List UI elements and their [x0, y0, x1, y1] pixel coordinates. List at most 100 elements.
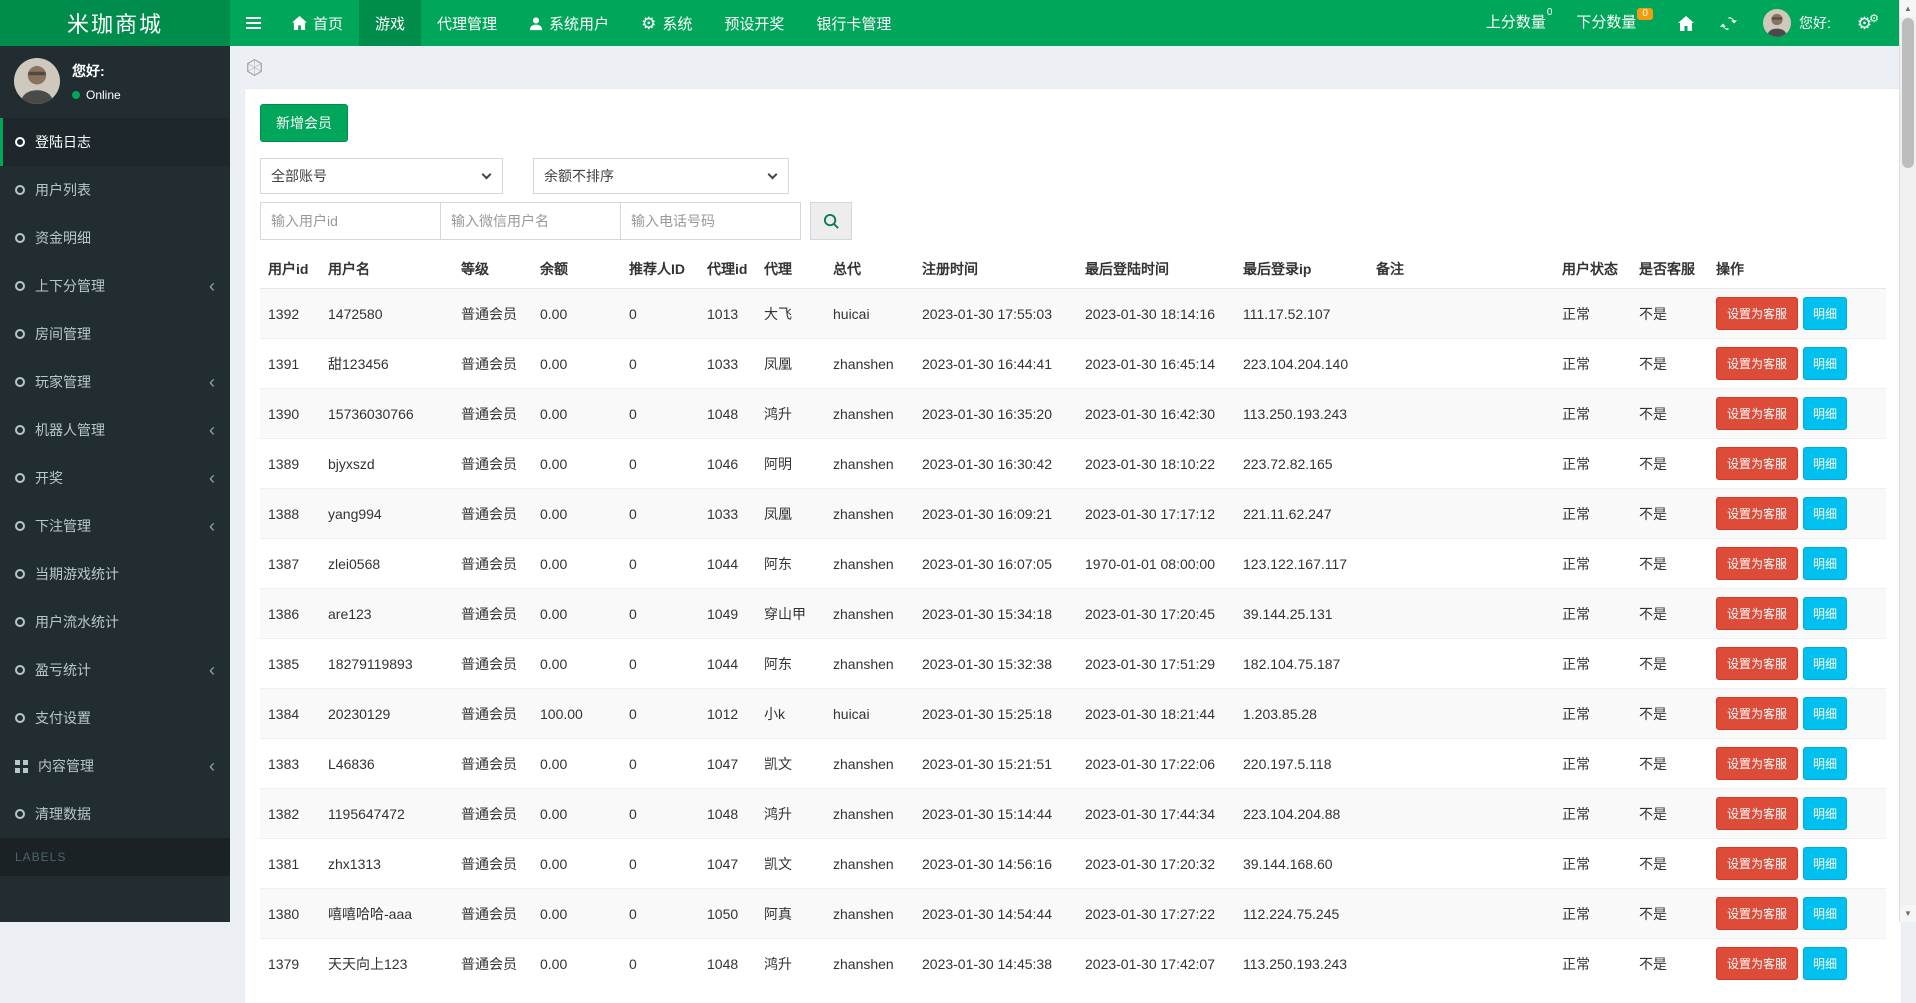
set-service-button[interactable]: 设置为客服 — [1716, 297, 1799, 330]
table-cell: 2023-01-30 17:20:32 — [1077, 838, 1235, 889]
refresh-button[interactable] — [1707, 0, 1750, 46]
detail-button[interactable]: 明细 — [1803, 297, 1848, 330]
user-menu-button[interactable]: 您好: — [1750, 0, 1844, 46]
detail-button[interactable]: 明细 — [1803, 547, 1848, 580]
table-cell: 2023-01-30 18:21:44 — [1077, 688, 1235, 739]
table-cell: 2023-01-30 17:27:22 — [1077, 888, 1235, 939]
detail-button[interactable]: 明细 — [1803, 947, 1848, 980]
table-cell: 2023-01-30 15:14:44 — [914, 788, 1077, 839]
table-cell: 正常 — [1554, 338, 1631, 389]
chevron-left-icon: ‹ — [209, 756, 215, 776]
user-id-input[interactable] — [260, 202, 441, 240]
detail-button[interactable]: 明细 — [1803, 697, 1848, 730]
actions-cell: 设置为客服 明细 — [1708, 588, 1886, 639]
table-cell: 113.250.193.243 — [1235, 938, 1368, 988]
nav-item-6[interactable]: 银行卡管理 — [800, 0, 907, 46]
set-service-button[interactable]: 设置为客服 — [1716, 547, 1799, 580]
table-cell — [1368, 838, 1554, 889]
set-service-button[interactable]: 设置为客服 — [1716, 747, 1799, 780]
set-service-button[interactable]: 设置为客服 — [1716, 847, 1799, 880]
nav-item-2[interactable]: 代理管理 — [421, 0, 513, 46]
table-cell: 天天向上123 — [320, 938, 453, 988]
table-cell: 正常 — [1554, 438, 1631, 489]
detail-button[interactable]: 明细 — [1803, 847, 1848, 880]
set-service-button[interactable]: 设置为客服 — [1716, 597, 1799, 630]
column-header-7: 总代 — [825, 250, 914, 289]
actions-cell: 设置为客服 明细 — [1708, 388, 1886, 439]
detail-button[interactable]: 明细 — [1803, 797, 1848, 830]
nav-item-3[interactable]: 系统用户 — [513, 0, 625, 46]
labels-section-header: LABELS — [0, 838, 230, 876]
scroll-up-arrow-icon[interactable]: ▲ — [1900, 0, 1916, 17]
sidebar-item-13[interactable]: 内容管理 ‹ — [0, 742, 230, 790]
set-service-button[interactable]: 设置为客服 — [1716, 647, 1799, 680]
scroll-down-arrow-icon[interactable]: ▼ — [1900, 905, 1916, 922]
sidebar-avatar[interactable] — [14, 58, 60, 104]
content-area: 新增会员 全部账号 余额不排序 输入用户id 输入微信用户名 输入电话号码 用户… — [230, 46, 1916, 1003]
set-service-button[interactable]: 设置为客服 — [1716, 397, 1799, 430]
detail-button[interactable]: 明细 — [1803, 647, 1848, 680]
table-cell: 0 — [621, 538, 699, 589]
app-logo[interactable]: 米珈商城 — [0, 0, 230, 46]
table-cell: 1033 — [699, 338, 756, 389]
nav-item-label: 游戏 — [375, 15, 406, 33]
detail-button[interactable]: 明细 — [1803, 497, 1848, 530]
nav-item-1[interactable]: 游戏 — [359, 0, 422, 46]
table-cell: 0.00 — [532, 538, 621, 589]
sidebar-item-3[interactable]: 上下分管理 ‹ — [0, 262, 230, 310]
table-cell: 1046 — [699, 438, 756, 489]
sidebar-item-5[interactable]: 玩家管理 ‹ — [0, 358, 230, 406]
sidebar-item-8[interactable]: 下注管理 ‹ — [0, 502, 230, 550]
up-score-button[interactable]: 上分数量 0 — [1474, 0, 1565, 46]
nav-item-4[interactable]: ⚙ 系统 — [625, 0, 708, 46]
set-service-button[interactable]: 设置为客服 — [1716, 347, 1799, 380]
detail-button[interactable]: 明细 — [1803, 597, 1848, 630]
column-header-6: 代理 — [756, 250, 825, 289]
vertical-scrollbar[interactable]: ▲ ▼ — [1899, 0, 1916, 922]
down-score-button[interactable]: 下分数量 0 — [1564, 0, 1665, 46]
sidebar-item-10[interactable]: 用户流水统计 — [0, 598, 230, 646]
sidebar-item-0[interactable]: 登陆日志 — [0, 118, 230, 166]
hexagon-icon[interactable] — [245, 58, 264, 77]
phone-number-input[interactable] — [620, 202, 801, 240]
set-service-button[interactable]: 设置为客服 — [1716, 497, 1799, 530]
search-button[interactable] — [810, 202, 852, 240]
detail-button[interactable]: 明细 — [1803, 397, 1848, 430]
set-service-button[interactable]: 设置为客服 — [1716, 897, 1799, 930]
table-cell: 正常 — [1554, 938, 1631, 988]
sidebar-item-label: 上下分管理 — [35, 278, 105, 294]
column-header-11: 备注 — [1368, 250, 1554, 289]
home-shortcut-button[interactable] — [1665, 0, 1707, 46]
sidebar-item-12[interactable]: 支付设置 — [0, 694, 230, 742]
table-cell: huicai — [825, 288, 914, 339]
set-service-button[interactable]: 设置为客服 — [1716, 697, 1799, 730]
sidebar-item-6[interactable]: 机器人管理 ‹ — [0, 406, 230, 454]
detail-button[interactable]: 明细 — [1803, 897, 1848, 930]
account-filter-select[interactable]: 全部账号 — [260, 158, 503, 194]
sidebar-greeting: 您好: — [72, 62, 105, 79]
sidebar-item-9[interactable]: 当期游戏统计 — [0, 550, 230, 598]
wechat-name-input[interactable] — [440, 202, 621, 240]
nav-item-5[interactable]: 预设开奖 — [708, 0, 800, 46]
set-service-button[interactable]: 设置为客服 — [1716, 447, 1799, 480]
sidebar-item-1[interactable]: 用户列表 — [0, 166, 230, 214]
table-cell: 220.197.5.118 — [1235, 738, 1368, 789]
sidebar-toggle-button[interactable] — [230, 0, 276, 46]
settings-button[interactable]: ⚙ ⚙ — [1844, 0, 1892, 46]
detail-button[interactable]: 明细 — [1803, 347, 1848, 380]
scrollbar-thumb[interactable] — [1902, 18, 1914, 168]
sidebar-item-11[interactable]: 盈亏统计 ‹ — [0, 646, 230, 694]
nav-item-label: 首页 — [313, 15, 344, 33]
detail-button[interactable]: 明细 — [1803, 747, 1848, 780]
detail-button[interactable]: 明细 — [1803, 447, 1848, 480]
sidebar-item-14[interactable]: 清理数据 — [0, 790, 230, 838]
balance-sort-select[interactable]: 余额不排序 — [533, 158, 789, 194]
sidebar-item-4[interactable]: 房间管理 — [0, 310, 230, 358]
set-service-button[interactable]: 设置为客服 — [1716, 797, 1799, 830]
sidebar-item-7[interactable]: 开奖 ‹ — [0, 454, 230, 502]
table-cell: 0 — [621, 488, 699, 539]
set-service-button[interactable]: 设置为客服 — [1716, 947, 1799, 980]
add-member-button[interactable]: 新增会员 — [260, 104, 348, 142]
nav-item-0[interactable]: 首页 — [276, 0, 359, 46]
sidebar-item-2[interactable]: 资金明细 — [0, 214, 230, 262]
